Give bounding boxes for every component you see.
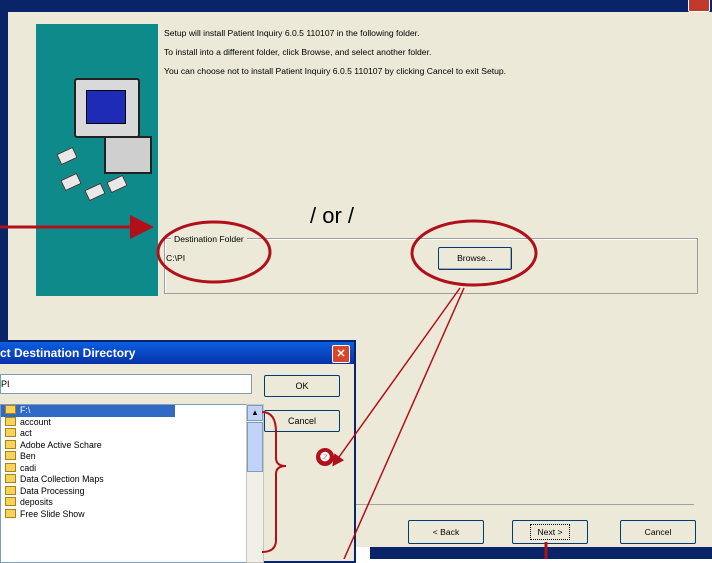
list-bracket — [261, 411, 287, 553]
annotation-overlay — [0, 215, 548, 559]
browse-circle — [410, 219, 538, 287]
browse-to-dialog-line — [343, 287, 465, 559]
destination-circle — [156, 220, 272, 284]
